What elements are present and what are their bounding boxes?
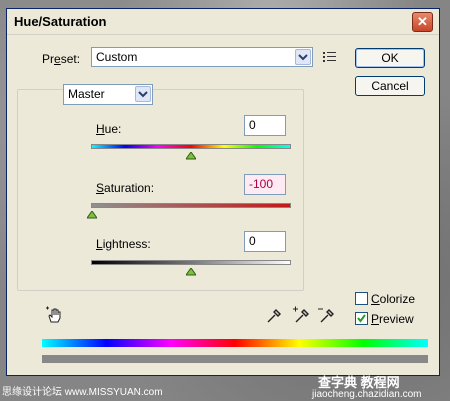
preview-label: Preview (371, 312, 414, 326)
lightness-field[interactable]: 0 (244, 231, 286, 252)
channel-select[interactable]: Master (63, 84, 153, 105)
lightness-label: Lightness: (96, 237, 151, 251)
hue-saturation-dialog: Hue/Saturation ✕ Preset: Custom OK Cance… (6, 8, 440, 376)
watermark-left: 思缘设计论坛 www.MISSYUAN.com (2, 387, 163, 398)
lightness-slider-thumb[interactable] (185, 265, 197, 279)
hue-field[interactable]: 0 (244, 115, 286, 136)
ok-button[interactable]: OK (355, 48, 425, 68)
saturation-slider-track[interactable] (91, 203, 291, 208)
output-spectrum-bar (42, 355, 428, 363)
chevron-down-icon (295, 49, 311, 65)
channel-value: Master (68, 87, 105, 101)
saturation-slider-thumb[interactable] (86, 208, 98, 222)
colorize-label: Colorize (371, 292, 416, 306)
preview-checkbox[interactable] (355, 312, 368, 325)
input-spectrum-bar (42, 339, 428, 347)
eyedropper-icon[interactable] (266, 306, 282, 327)
saturation-field[interactable]: -100 (244, 174, 286, 195)
title-bar[interactable]: Hue/Saturation ✕ (7, 9, 439, 35)
saturation-label: Saturation: (96, 181, 155, 195)
cancel-button[interactable]: Cancel (355, 76, 425, 96)
preset-options-icon[interactable] (323, 51, 337, 66)
hue-slider-thumb[interactable] (185, 149, 197, 163)
hand-adjust-icon[interactable] (45, 306, 65, 327)
hue-label: Hue: (96, 122, 122, 136)
preset-select[interactable]: Custom (91, 47, 313, 67)
preset-value: Custom (96, 50, 138, 64)
eyedropper-plus-icon[interactable] (292, 306, 310, 327)
chevron-down-icon (135, 86, 151, 102)
watermark-right-bottom: jiaocheng.chazidian.com (312, 389, 422, 400)
colorize-checkbox[interactable] (355, 292, 368, 305)
preset-label: Preset: (42, 52, 81, 66)
close-button[interactable]: ✕ (412, 12, 433, 32)
checkmark-icon (357, 314, 366, 323)
eyedropper-minus-icon[interactable] (317, 306, 335, 327)
dialog-title: Hue/Saturation (14, 14, 107, 29)
close-icon: ✕ (417, 14, 428, 29)
